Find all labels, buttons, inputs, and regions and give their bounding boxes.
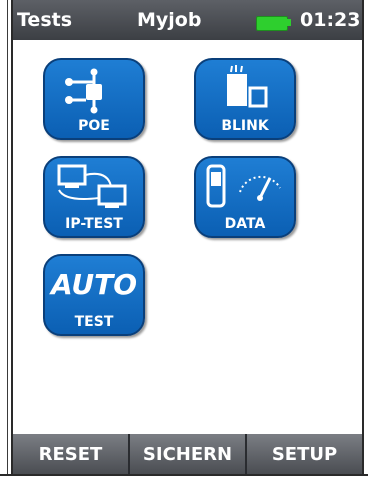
blink-label: BLINK bbox=[221, 118, 269, 134]
battery-full-icon bbox=[256, 16, 288, 31]
data-test-button[interactable]: DATA bbox=[194, 156, 296, 238]
auto-test-button[interactable]: AUTO TEST bbox=[43, 254, 145, 336]
device-frame-bottom bbox=[0, 474, 368, 484]
poe-label: POE bbox=[78, 118, 110, 134]
poe-test-button[interactable]: POE bbox=[43, 58, 145, 140]
screen: Tests Myjob 01:23 POE BLINK IP-TEST DATA… bbox=[13, 0, 362, 474]
data-icon bbox=[206, 164, 281, 208]
blink-test-button[interactable]: BLINK bbox=[194, 58, 296, 140]
data-label: DATA bbox=[224, 216, 266, 232]
reset-button[interactable]: RESET bbox=[13, 434, 130, 474]
blink-icon bbox=[227, 65, 268, 108]
ip-test-button[interactable]: IP-TEST bbox=[43, 156, 145, 238]
page-title: Tests bbox=[17, 9, 73, 31]
device-frame-left bbox=[0, 0, 13, 484]
ip-test-label: IP-TEST bbox=[65, 216, 123, 232]
auto-label: AUTO bbox=[50, 268, 138, 301]
title-bar: Tests Myjob 01:23 bbox=[13, 0, 362, 40]
test-label: TEST bbox=[74, 314, 114, 330]
poe-icon bbox=[65, 68, 102, 114]
clock: 01:23 bbox=[300, 9, 361, 31]
softkey-bar: RESET SICHERN SETUP bbox=[13, 434, 362, 474]
save-button[interactable]: SICHERN bbox=[130, 434, 247, 474]
device: Tests Myjob 01:23 POE BLINK IP-TEST DATA… bbox=[0, 0, 368, 484]
device-frame-right bbox=[362, 0, 368, 484]
setup-button[interactable]: SETUP bbox=[247, 434, 362, 474]
battery-tip bbox=[287, 19, 291, 26]
ip-test-icon bbox=[57, 164, 127, 208]
job-name: Myjob bbox=[137, 9, 202, 31]
